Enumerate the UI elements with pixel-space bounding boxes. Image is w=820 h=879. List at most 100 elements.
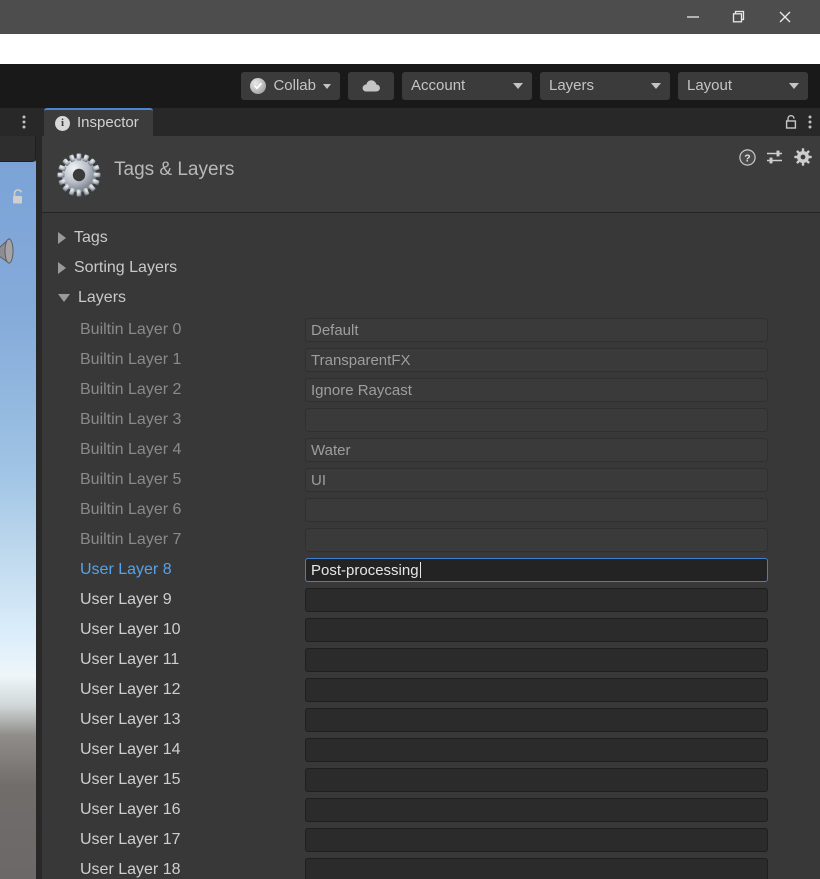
layer-name-input: TransparentFX bbox=[305, 348, 768, 372]
layer-row: Builtin Layer 2 Ignore Raycast bbox=[42, 375, 820, 405]
layers-dropdown[interactable]: Layers bbox=[540, 72, 670, 100]
layers-list: Builtin Layer 0 Default Builtin Layer 1 Tra… bbox=[42, 315, 820, 879]
restore-icon bbox=[732, 10, 745, 23]
page-title: Tags & Layers bbox=[114, 159, 235, 180]
layer-name-input[interactable] bbox=[305, 708, 768, 732]
tab-inspector[interactable]: i Inspector bbox=[44, 108, 153, 136]
layer-name-input[interactable] bbox=[305, 768, 768, 792]
layer-name-input[interactable] bbox=[305, 678, 768, 702]
layer-label: User Layer 14 bbox=[80, 741, 181, 758]
settings-gear-icon bbox=[794, 148, 812, 166]
layer-name-value: UI bbox=[311, 471, 326, 489]
inspector-tab-menu-button[interactable] bbox=[808, 114, 812, 130]
layer-name-input[interactable] bbox=[305, 648, 768, 672]
layer-name-input: UI bbox=[305, 468, 768, 492]
layer-label: Builtin Layer 7 bbox=[80, 531, 182, 548]
layer-row: Builtin Layer 1 TransparentFX bbox=[42, 345, 820, 375]
restore-button[interactable] bbox=[716, 0, 762, 34]
layer-row: User Layer 13 bbox=[42, 705, 820, 735]
layer-row: User Layer 15 bbox=[42, 765, 820, 795]
foldout-sorting-layers[interactable]: Sorting Layers bbox=[42, 253, 820, 283]
chevron-down-icon bbox=[651, 83, 661, 89]
layer-name-input: Ignore Raycast bbox=[305, 378, 768, 402]
inspector-body: Tags Sorting Layers Layers Builtin Layer 0… bbox=[42, 213, 820, 879]
collab-button[interactable]: Collab bbox=[241, 72, 340, 100]
layer-name-input[interactable] bbox=[305, 828, 768, 852]
chevron-down-icon bbox=[58, 294, 70, 302]
scene-dock-menu-button[interactable] bbox=[12, 108, 36, 136]
layer-label: Builtin Layer 5 bbox=[80, 471, 182, 488]
close-button[interactable] bbox=[762, 0, 808, 34]
lock-icon bbox=[785, 114, 797, 129]
layer-label: Builtin Layer 6 bbox=[80, 501, 182, 518]
layer-name-input[interactable] bbox=[305, 618, 768, 642]
layer-name-input bbox=[305, 498, 768, 522]
layer-label: User Layer 17 bbox=[80, 831, 181, 848]
inspector-tabstrip: i Inspector bbox=[42, 108, 820, 136]
unity-editor-window: Collab Account Layers Layout i Inspector… bbox=[0, 0, 820, 879]
layer-name-value: Water bbox=[311, 441, 351, 459]
chevron-down-icon bbox=[789, 83, 799, 89]
unity-toolbar: Collab Account Layers Layout bbox=[0, 64, 820, 108]
layer-row: Builtin Layer 5 UI bbox=[42, 465, 820, 495]
layer-row: User Layer 14 bbox=[42, 735, 820, 765]
scene-view-sliver[interactable] bbox=[0, 136, 42, 879]
layout-dropdown[interactable]: Layout bbox=[678, 72, 808, 100]
layer-name-input bbox=[305, 408, 768, 432]
layer-row: User Layer 8 Post-processing bbox=[42, 555, 820, 585]
layer-name-value: Post-processing bbox=[311, 561, 419, 579]
layer-row: Builtin Layer 7 bbox=[42, 525, 820, 555]
kebab-menu-icon bbox=[22, 115, 26, 129]
layer-label: User Layer 8 bbox=[80, 561, 172, 578]
foldout-label: Sorting Layers bbox=[74, 259, 178, 276]
layer-row: User Layer 9 bbox=[42, 585, 820, 615]
close-icon bbox=[779, 11, 791, 23]
chevron-right-icon bbox=[58, 262, 66, 274]
layer-label: User Layer 16 bbox=[80, 801, 181, 818]
layer-row: User Layer 17 bbox=[42, 825, 820, 855]
chevron-right-icon bbox=[58, 232, 66, 244]
foldout-tags[interactable]: Tags bbox=[42, 223, 820, 253]
layer-name-input[interactable] bbox=[305, 798, 768, 822]
foldout-layers[interactable]: Layers bbox=[42, 283, 820, 313]
preset-button[interactable] bbox=[766, 149, 784, 165]
minimize-icon bbox=[687, 16, 699, 18]
settings-gear-button[interactable] bbox=[794, 148, 812, 166]
layer-label: Builtin Layer 2 bbox=[80, 381, 182, 398]
help-button[interactable]: ? bbox=[739, 148, 756, 166]
layer-label: User Layer 11 bbox=[80, 651, 180, 668]
foldout-sections: Tags Sorting Layers Layers bbox=[42, 223, 820, 313]
account-dropdown[interactable]: Account bbox=[402, 72, 532, 100]
preset-icon bbox=[767, 150, 782, 164]
layer-row: Builtin Layer 4 Water bbox=[42, 435, 820, 465]
layer-row: Builtin Layer 0 Default bbox=[42, 315, 820, 345]
cloud-icon bbox=[362, 80, 380, 92]
layer-label: User Layer 9 bbox=[80, 591, 172, 608]
layer-name-input bbox=[305, 528, 768, 552]
layer-label: User Layer 12 bbox=[80, 681, 181, 698]
gear-icon bbox=[57, 153, 101, 197]
scene-viewport[interactable] bbox=[0, 136, 36, 879]
account-label: Account bbox=[411, 76, 466, 94]
layout-label: Layout bbox=[687, 76, 733, 94]
layer-name-input[interactable]: Post-processing bbox=[305, 558, 768, 582]
layer-label: Builtin Layer 3 bbox=[80, 411, 182, 428]
layer-label: User Layer 13 bbox=[80, 711, 181, 728]
layer-label: User Layer 10 bbox=[80, 621, 181, 638]
layer-row: User Layer 16 bbox=[42, 795, 820, 825]
layer-name-input[interactable] bbox=[305, 858, 768, 879]
cloud-services-button[interactable] bbox=[348, 72, 394, 100]
layer-label: User Layer 15 bbox=[80, 771, 181, 788]
minimize-button[interactable] bbox=[670, 0, 716, 34]
layer-row: User Layer 10 bbox=[42, 615, 820, 645]
layer-row: User Layer 12 bbox=[42, 675, 820, 705]
layer-name-input[interactable] bbox=[305, 588, 768, 612]
collab-label: Collab bbox=[273, 76, 316, 94]
inspector-header-actions: ? bbox=[739, 148, 812, 166]
lock-button[interactable] bbox=[784, 114, 798, 130]
text-cursor bbox=[419, 562, 421, 578]
foldout-label: Tags bbox=[74, 229, 108, 246]
layer-name-input[interactable] bbox=[305, 738, 768, 762]
layer-row: Builtin Layer 6 bbox=[42, 495, 820, 525]
chevron-down-icon bbox=[323, 83, 331, 89]
